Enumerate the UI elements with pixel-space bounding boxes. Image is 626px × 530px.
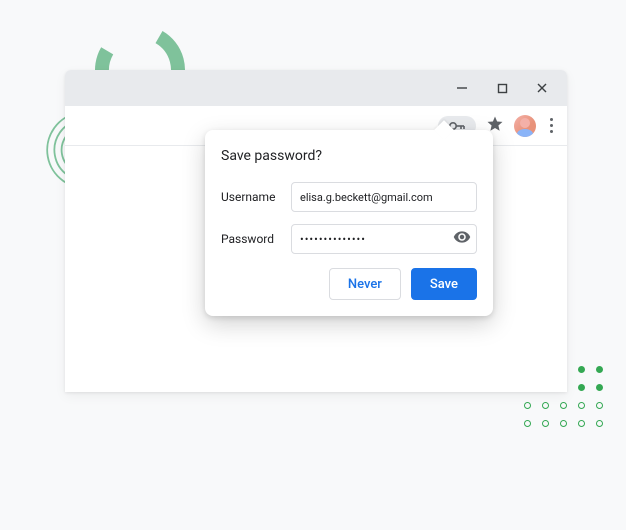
window-titlebar xyxy=(65,70,567,106)
username-input[interactable] xyxy=(291,182,477,212)
save-button[interactable]: Save xyxy=(411,268,477,300)
password-row: Password •••••••••••••• xyxy=(221,224,477,254)
save-password-dialog: Save password? Username Password •••••••… xyxy=(205,130,493,316)
close-button[interactable] xyxy=(523,74,561,102)
overflow-menu-icon[interactable] xyxy=(546,114,557,137)
username-label: Username xyxy=(221,190,291,204)
profile-avatar[interactable] xyxy=(514,115,536,137)
minimize-button[interactable] xyxy=(443,74,481,102)
maximize-button[interactable] xyxy=(483,74,521,102)
never-button[interactable]: Never xyxy=(329,268,401,300)
dialog-title: Save password? xyxy=(221,148,477,164)
dialog-actions: Never Save xyxy=(221,268,477,300)
show-password-icon[interactable] xyxy=(453,228,471,250)
password-label: Password xyxy=(221,232,291,246)
password-input[interactable]: •••••••••••••• xyxy=(291,224,477,254)
username-row: Username xyxy=(221,182,477,212)
